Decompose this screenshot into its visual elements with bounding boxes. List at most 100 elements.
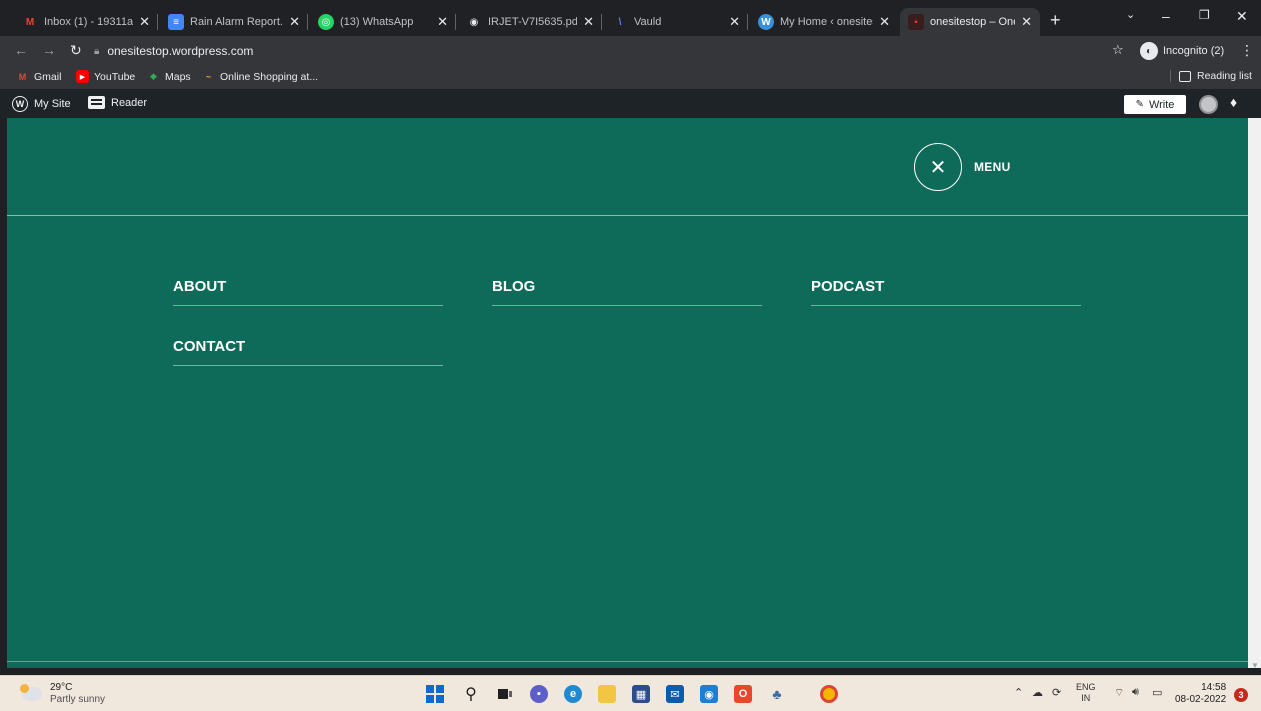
- avatar[interactable]: [1199, 95, 1218, 114]
- tab-separator: [307, 14, 308, 30]
- restore-icon[interactable]: ❐: [1199, 8, 1210, 22]
- tab-title: Vauld: [634, 16, 662, 28]
- teams-chat-icon[interactable]: ▪: [530, 685, 548, 703]
- tab-my-home[interactable]: W My Home ‹ onesitesto ✕: [750, 8, 898, 36]
- show-hidden-icons-icon[interactable]: ⌃: [1014, 686, 1023, 699]
- wp-admin-bar: W My Site Reader ✎ Write ♦: [0, 90, 1261, 118]
- close-icon[interactable]: ✕: [879, 14, 890, 30]
- wifi-icon[interactable]: ⌔: [1114, 686, 1124, 700]
- my-site-button[interactable]: W My Site: [12, 96, 71, 112]
- tab-separator: [747, 14, 748, 30]
- bookmark-gmail[interactable]: M Gmail: [16, 70, 62, 83]
- tab-rain-alarm-report[interactable]: ≡ Rain Alarm Report.do ✕: [160, 8, 308, 36]
- incognito-label: Incognito (2): [1163, 45, 1225, 57]
- wordpress-icon: W: [12, 96, 28, 112]
- tab-onesitestop[interactable]: ▪ onesitestop – One So ✕: [900, 8, 1040, 36]
- tab-gmail[interactable]: M Inbox (1) - 19311a19 ✕: [14, 8, 158, 36]
- temperature: 29°C: [50, 682, 73, 693]
- page-scrollbar[interactable]: [1248, 118, 1261, 668]
- pen-icon: ✎: [1135, 99, 1144, 110]
- new-tab-button[interactable]: +: [1050, 10, 1061, 31]
- window-close-icon[interactable]: ✕: [1236, 8, 1248, 25]
- site-icon: ▪: [908, 14, 924, 30]
- globe-icon: ◉: [466, 14, 482, 30]
- tab-irjet-pdf[interactable]: ◉ IRJET-V7I5635.pdf ✕: [458, 8, 602, 36]
- app-icon[interactable]: ◉: [700, 685, 718, 703]
- file-explorer-icon[interactable]: [598, 685, 616, 703]
- tab-title: onesitestop – One So: [930, 16, 1015, 28]
- minimize-icon[interactable]: –: [1162, 8, 1170, 24]
- reading-list-icon: [1179, 70, 1191, 82]
- start-icon[interactable]: [426, 685, 444, 703]
- docs-icon: ≡: [168, 14, 184, 30]
- bookmark-star-icon[interactable]: ☆: [1112, 42, 1124, 58]
- tab-search-icon[interactable]: ⌄: [1126, 8, 1135, 21]
- close-icon[interactable]: ✕: [583, 14, 594, 30]
- bookmark-maps[interactable]: ◆ Maps: [147, 70, 191, 83]
- time: 14:58: [1201, 682, 1227, 693]
- forward-icon[interactable]: →: [42, 42, 56, 58]
- reading-list-button[interactable]: Reading list: [1170, 70, 1252, 82]
- tab-vauld[interactable]: \ Vauld ✕: [604, 8, 748, 36]
- bookmark-label: Online Shopping at...: [220, 70, 319, 83]
- date: 08-02-2022: [1175, 694, 1227, 705]
- close-icon[interactable]: ✕: [1021, 14, 1032, 30]
- bookmark-label: YouTube: [94, 70, 136, 83]
- taskbar: 29°C Partly sunny ⚲ ▪ e ▦ ✉ ◉ O ♣ ⌃ ☁ ⟳ …: [0, 675, 1261, 711]
- bookmark-online-shopping[interactable]: ~ Online Shopping at...: [202, 70, 318, 83]
- address-bar[interactable]: 🔒︎ onesitestop.wordpress.com: [94, 40, 1134, 62]
- notification-badge[interactable]: 3: [1234, 688, 1248, 702]
- search-icon[interactable]: ⚲: [462, 685, 480, 703]
- lock-icon: 🔒︎: [94, 45, 100, 57]
- write-button[interactable]: ✎ Write: [1124, 95, 1186, 114]
- network-app-icon[interactable]: ♣: [768, 685, 786, 703]
- bookmark-label: Maps: [165, 70, 191, 83]
- close-icon[interactable]: ✕: [139, 14, 150, 30]
- mail-icon[interactable]: ✉: [666, 685, 684, 703]
- bookmark-label: Gmail: [34, 70, 62, 83]
- tab-whatsapp[interactable]: ◎ (13) WhatsApp ✕: [310, 8, 456, 36]
- reading-list-label: Reading list: [1197, 70, 1252, 82]
- task-view-icon[interactable]: [496, 685, 514, 703]
- volume-icon[interactable]: 🔊︎: [1132, 686, 1139, 699]
- tab-separator: [455, 14, 456, 30]
- nav-link-about[interactable]: ABOUT: [173, 278, 443, 306]
- clock[interactable]: 14:58 08-02-2022: [1175, 682, 1226, 706]
- reader-button[interactable]: Reader: [88, 96, 147, 109]
- weather-widget[interactable]: 29°C Partly sunny: [20, 682, 105, 706]
- edge-icon[interactable]: e: [564, 685, 582, 703]
- browser-toolbar: ← → ↻ 🔒︎ onesitestop.wordpress.com ☆ ◐ I…: [0, 36, 1261, 66]
- office-icon[interactable]: O: [734, 685, 752, 703]
- close-icon[interactable]: ✕: [729, 14, 740, 30]
- browser-menu-icon[interactable]: ⋮: [1240, 42, 1254, 59]
- close-icon[interactable]: ✕: [289, 14, 300, 30]
- nav-link-contact[interactable]: CONTACT: [173, 338, 443, 366]
- incognito-icon: ◐: [1140, 42, 1158, 60]
- tab-strip: M Inbox (1) - 19311a19 ✕ ≡ Rain Alarm Re…: [0, 0, 1261, 36]
- menu-toggle-button[interactable]: ✕ MENU: [914, 143, 1011, 191]
- incognito-indicator[interactable]: ◐ Incognito (2): [1140, 41, 1224, 61]
- language-indicator[interactable]: ENG IN: [1076, 682, 1096, 704]
- chrome-icon[interactable]: [820, 685, 838, 703]
- scroll-down-icon[interactable]: ▼: [1251, 661, 1259, 670]
- reload-icon[interactable]: ↻: [70, 42, 82, 59]
- close-menu-icon[interactable]: ✕: [914, 143, 962, 191]
- language-code: ENG: [1076, 682, 1096, 692]
- nav-link-podcast[interactable]: PODCAST: [811, 278, 1081, 306]
- tab-title: (13) WhatsApp: [340, 16, 414, 28]
- close-icon[interactable]: ✕: [437, 14, 448, 30]
- onedrive-icon[interactable]: ☁: [1032, 686, 1043, 699]
- bookmark-youtube[interactable]: ▶ YouTube: [76, 70, 135, 83]
- amazon-icon: ~: [205, 71, 212, 82]
- vauld-icon: \: [612, 14, 628, 30]
- store-icon[interactable]: ▦: [632, 685, 650, 703]
- nav-link-blog[interactable]: BLOG: [492, 278, 762, 306]
- back-icon[interactable]: ←: [14, 42, 28, 58]
- battery-icon[interactable]: ▭: [1152, 686, 1162, 699]
- sync-icon[interactable]: ⟳: [1052, 686, 1061, 699]
- screen: M Inbox (1) - 19311a19 ✕ ≡ Rain Alarm Re…: [0, 0, 1261, 711]
- gmail-icon: M: [22, 14, 38, 30]
- header-divider: [7, 215, 1248, 216]
- address-text: onesitestop.wordpress.com: [107, 44, 254, 58]
- notifications-icon[interactable]: ♦: [1230, 94, 1237, 110]
